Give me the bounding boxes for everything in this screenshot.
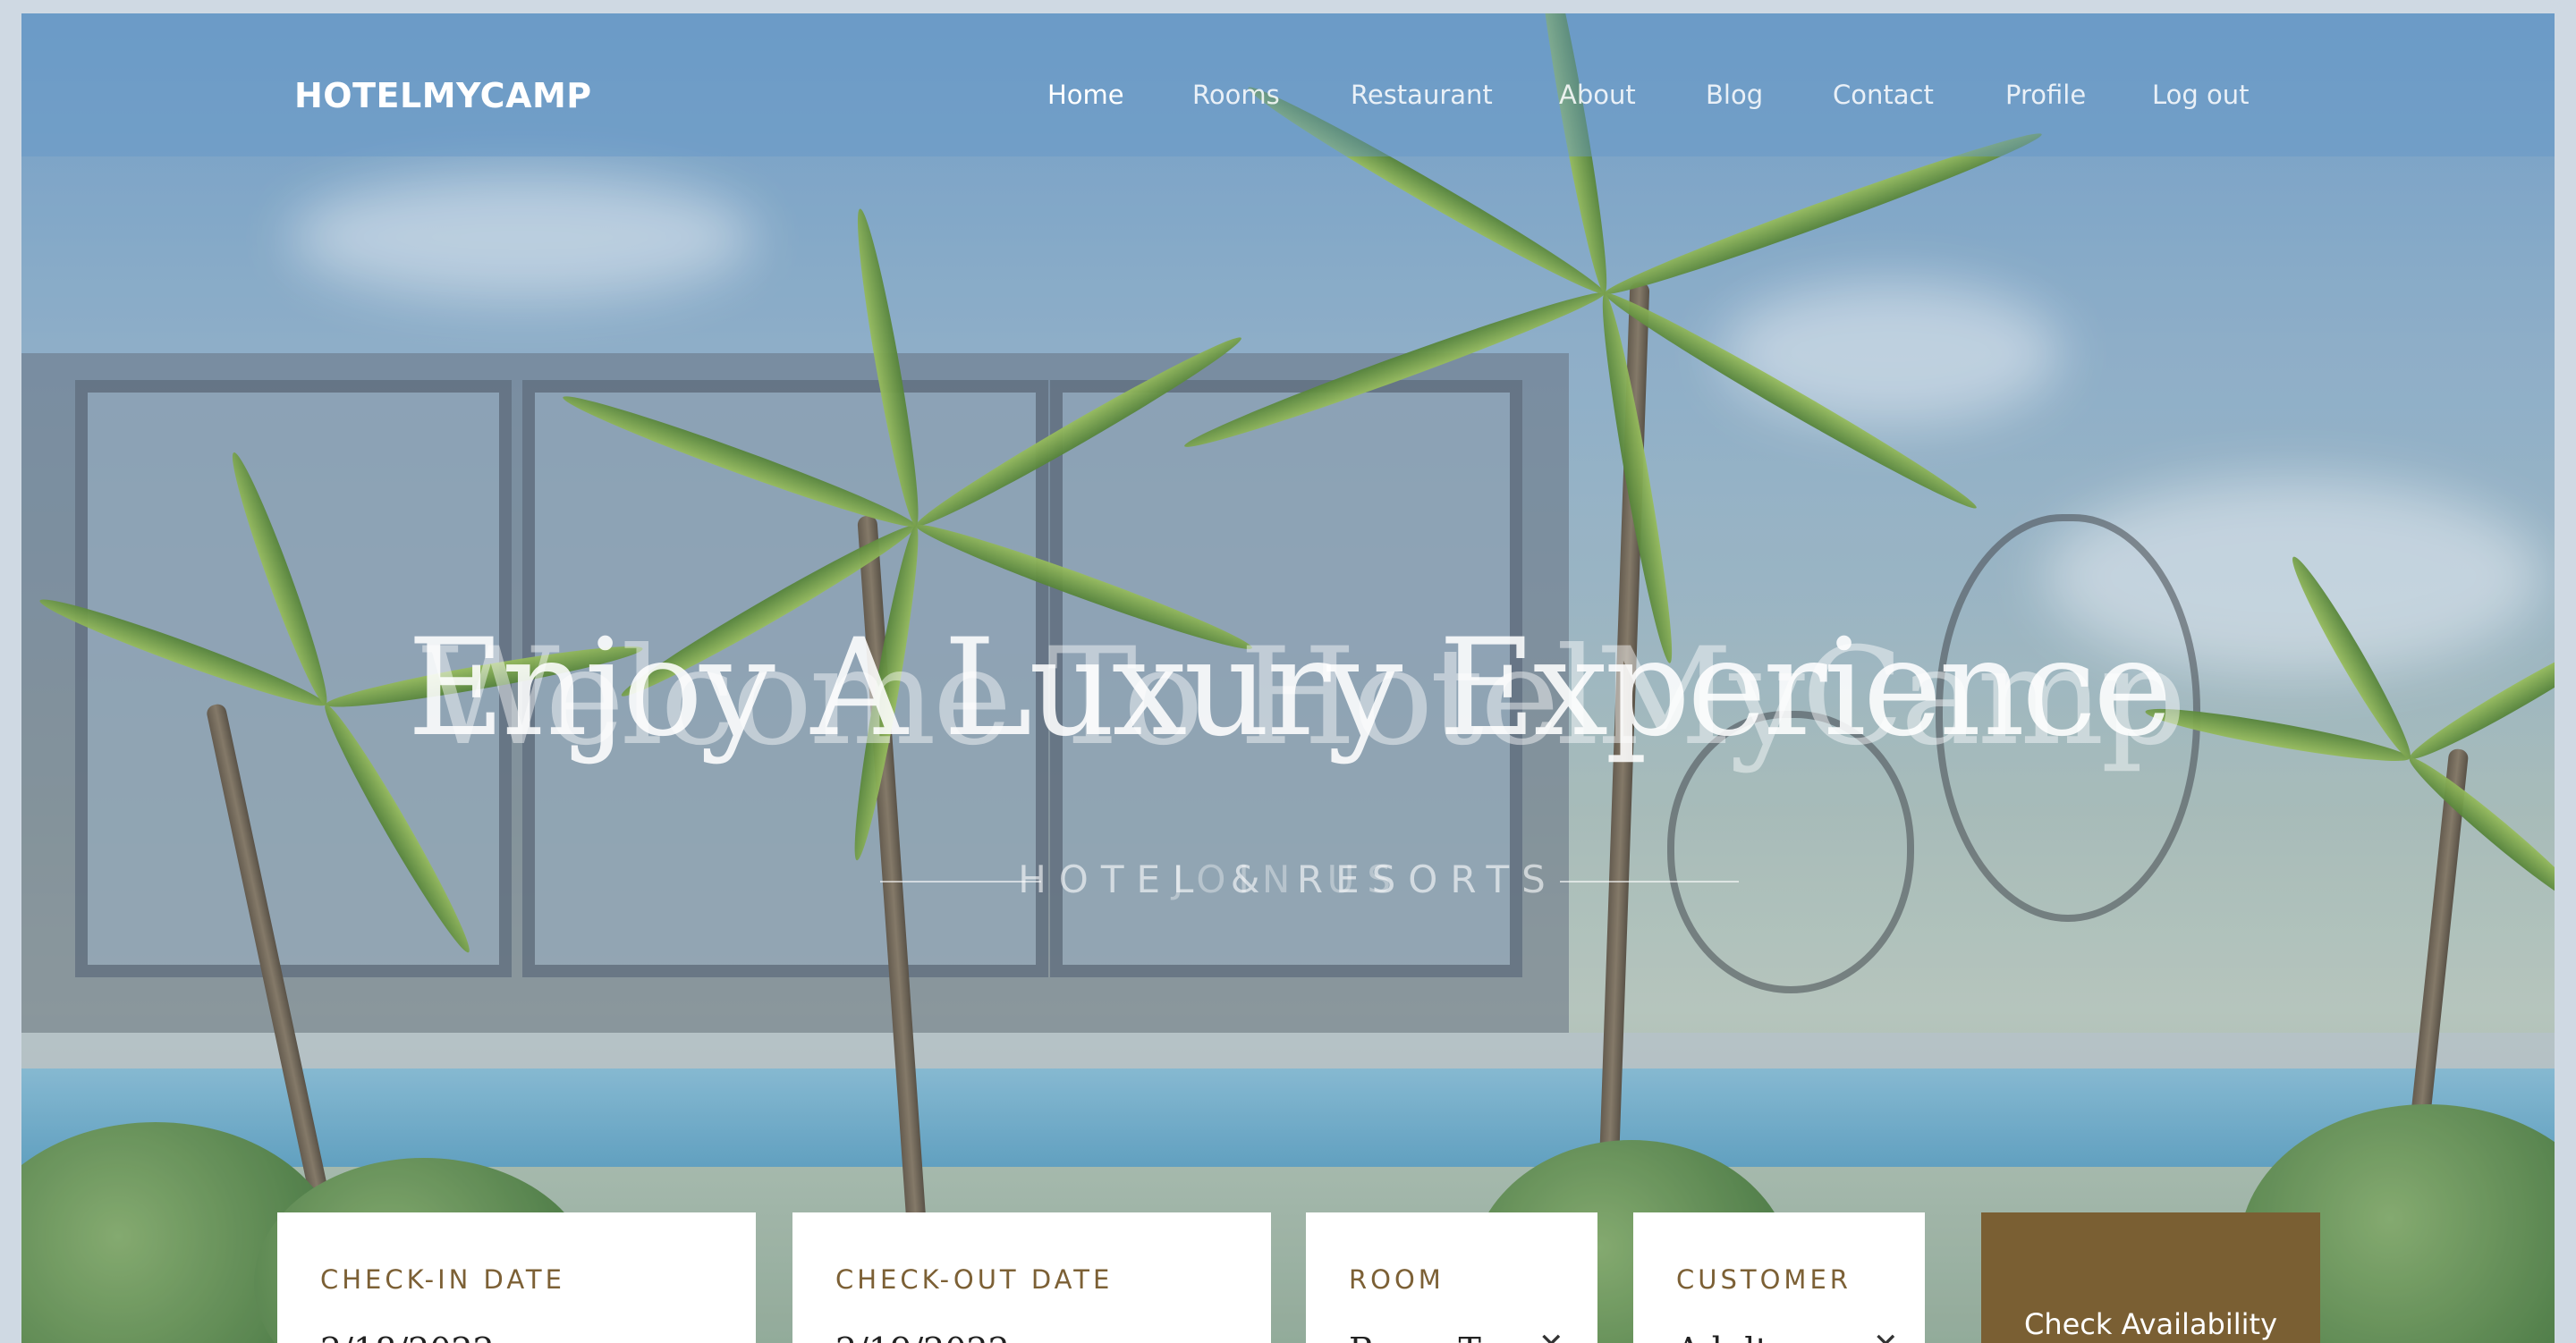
- nav-home-link[interactable]: Home: [1047, 80, 1124, 110]
- close-icon[interactable]: ✕: [1538, 1327, 1564, 1343]
- room-type-select[interactable]: Room Type: [1349, 1330, 1537, 1343]
- hero-subtitle: HOTEL & RESORTS: [1018, 857, 1558, 901]
- close-icon[interactable]: ✕: [1873, 1327, 1899, 1343]
- nav-contact-link[interactable]: Contact: [1833, 80, 1934, 110]
- nav-profile-link[interactable]: Profile: [2005, 80, 2086, 110]
- nav-rooms-link[interactable]: Rooms: [1192, 80, 1280, 110]
- room-type-field[interactable]: ROOM Room Type ✕: [1306, 1212, 1597, 1343]
- nav-about-link[interactable]: About: [1559, 80, 1636, 110]
- checkin-date-label: CHECK-IN DATE: [320, 1264, 565, 1295]
- page-frame: HOTELMYCAMP Home Rooms Restaurant About …: [21, 13, 2555, 1343]
- check-availability-button[interactable]: Check Availability: [1981, 1212, 2320, 1343]
- checkout-date-field[interactable]: CHECK-OUT DATE 2/19/2022: [792, 1212, 1271, 1343]
- hero-title: Enjoy A Luxury Experience: [407, 611, 2173, 766]
- nav-logout-link[interactable]: Log out: [2152, 80, 2250, 110]
- nav-blog-link[interactable]: Blog: [1706, 80, 1763, 110]
- top-navbar: HOTELMYCAMP Home Rooms Restaurant About …: [21, 13, 2555, 156]
- customer-select[interactable]: Adults: [1676, 1330, 1786, 1343]
- checkout-date-label: CHECK-OUT DATE: [835, 1264, 1114, 1295]
- room-type-label: ROOM: [1349, 1264, 1445, 1295]
- checkout-date-input[interactable]: 2/19/2022: [835, 1330, 1010, 1343]
- checkin-date-input[interactable]: 2/18/2022: [320, 1330, 495, 1343]
- customer-label: CUSTOMER: [1676, 1264, 1852, 1295]
- nav-restaurant-link[interactable]: Restaurant: [1351, 80, 1493, 110]
- brand-logo[interactable]: HOTELMYCAMP: [294, 76, 592, 115]
- customer-field[interactable]: CUSTOMER Adults ✕: [1633, 1212, 1925, 1343]
- checkin-date-field[interactable]: CHECK-IN DATE 2/18/2022: [277, 1212, 756, 1343]
